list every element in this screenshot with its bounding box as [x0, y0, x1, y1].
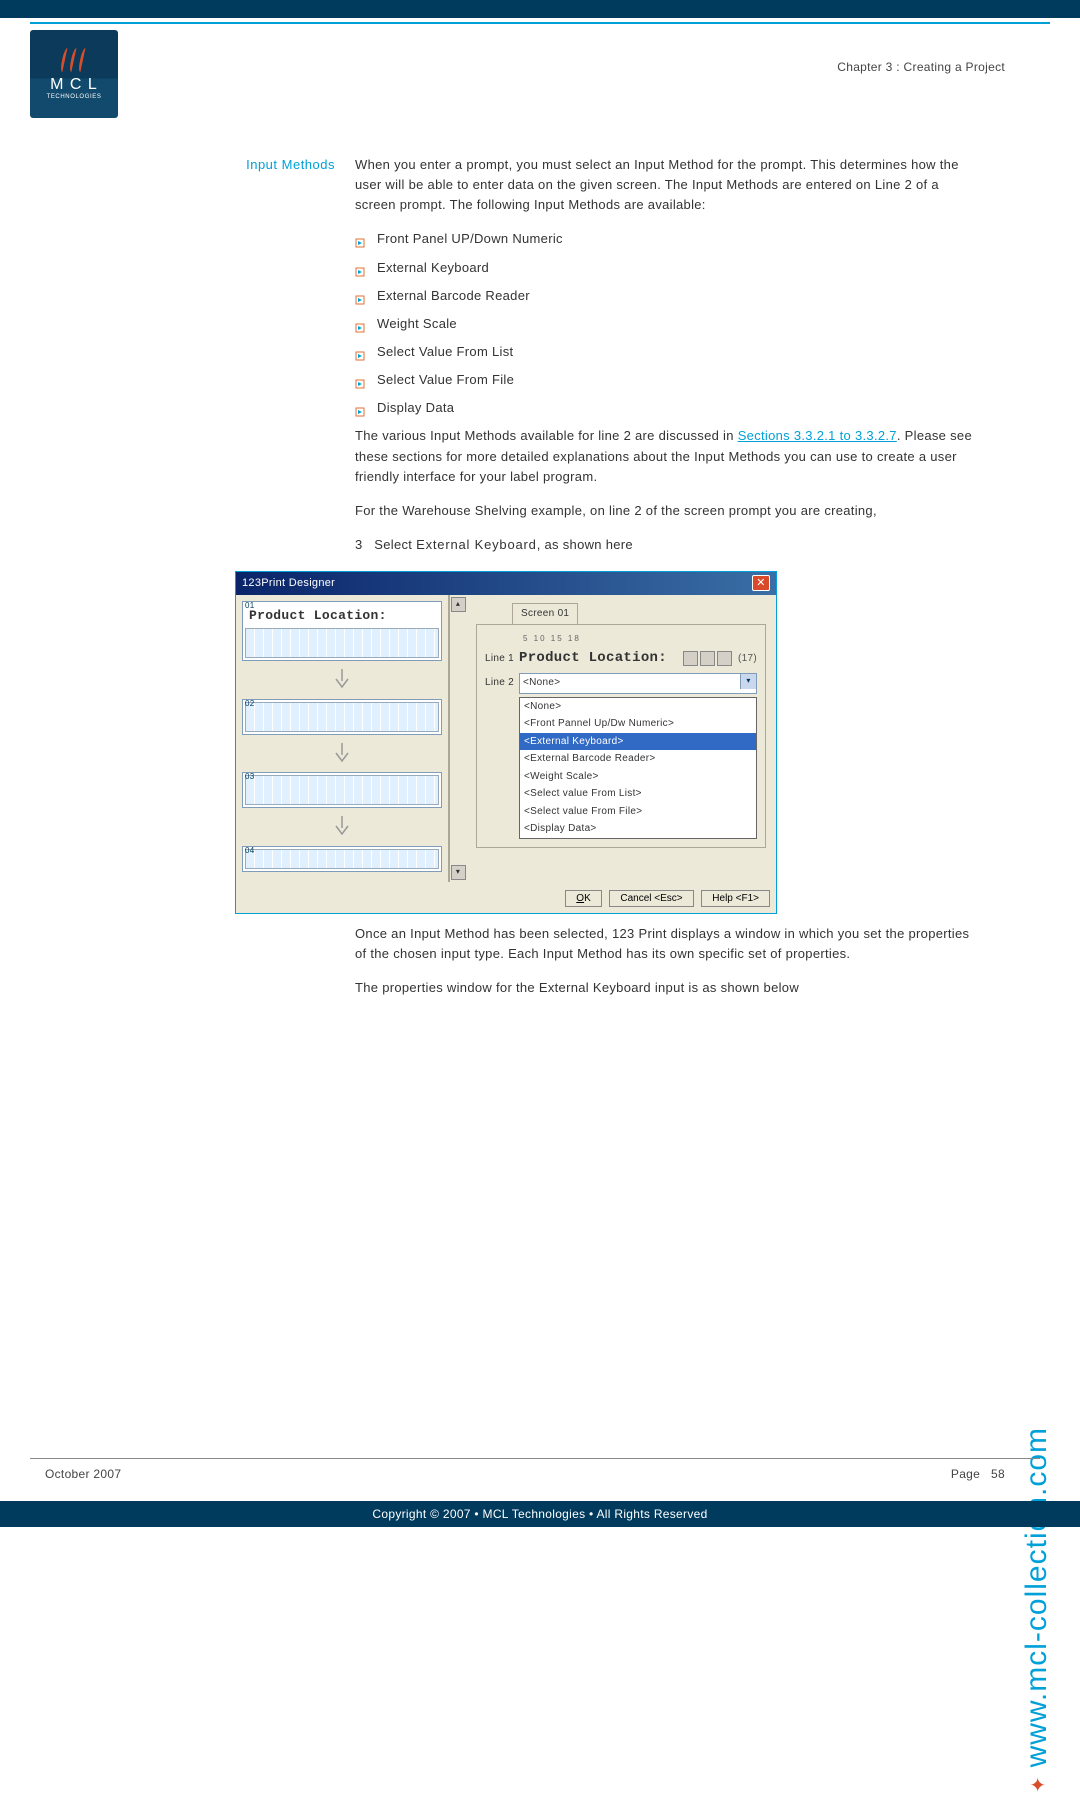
preview-slot-02: 02: [242, 699, 442, 735]
section-label: Input Methods: [195, 155, 355, 561]
ruler: 5 10 15 18: [523, 633, 757, 645]
logo-text-mcl: M C L: [47, 76, 102, 94]
scroll-down-icon[interactable]: ▾: [451, 865, 466, 880]
preview-slot-04: 04: [242, 846, 442, 872]
paragraph-warehouse: For the Warehouse Shelving example, on l…: [355, 501, 975, 521]
right-properties-panel: Screen 01 5 10 15 18 Line 1 Product Loca…: [466, 595, 776, 882]
dot-icon: ✦: [1028, 1775, 1050, 1793]
help-button[interactable]: Help <F1>: [701, 890, 770, 907]
bullet-icon: [355, 375, 365, 385]
list-item: Select Value From List: [355, 342, 975, 362]
footer-rule: [30, 1458, 1040, 1459]
dropdown-option[interactable]: <Select value From File>: [520, 803, 756, 821]
dropdown-option[interactable]: <None>: [520, 698, 756, 716]
logo: M C L TECHNOLOGIES: [30, 30, 118, 118]
line1-label: Line 1: [485, 651, 519, 667]
preview-slot-01: 01 Product Location:: [242, 601, 442, 661]
dialog-button-row: OK Cancel <Esc> Help <F1>: [236, 882, 776, 913]
list-item: Weight Scale: [355, 314, 975, 334]
input-method-dropdown[interactable]: <None><Front Pannel Up/Dw Numeric><Exter…: [519, 697, 757, 839]
dropdown-option[interactable]: <External Barcode Reader>: [520, 750, 756, 768]
paragraph-sections: The various Input Methods available for …: [355, 426, 975, 486]
copyright-bar: Copyright © 2007 • MCL Technologies • Al…: [0, 1501, 1080, 1527]
line2-label: Line 2: [485, 675, 519, 691]
down-arrow-icon: [242, 812, 442, 846]
sections-link[interactable]: Sections 3.3.2.1 to 3.3.2.7: [738, 428, 897, 443]
list-item: External Barcode Reader: [355, 286, 975, 306]
dropdown-option[interactable]: <Front Pannel Up/Dw Numeric>: [520, 715, 756, 733]
align-left-icon[interactable]: [683, 651, 698, 666]
down-arrow-icon: [242, 665, 442, 699]
list-item: Select Value From File: [355, 370, 975, 390]
dropdown-option[interactable]: <Select value From List>: [520, 785, 756, 803]
line1-text: Product Location:: [519, 648, 683, 670]
body-content: Input Methods When you enter a prompt, y…: [195, 155, 975, 1023]
window-title: 123Print Designer: [242, 575, 335, 592]
document-page: M C L TECHNOLOGIES Chapter 3 : Creating …: [0, 0, 1080, 1527]
scroll-up-icon[interactable]: ▴: [451, 597, 466, 612]
left-preview-panel: 01 Product Location: 02 03: [236, 595, 449, 882]
preview-slot-03: 03: [242, 772, 442, 808]
align-center-icon[interactable]: [700, 651, 715, 666]
ok-button[interactable]: OK: [565, 890, 601, 907]
char-count: (17): [738, 651, 757, 667]
step-line: 3 Select External Keyboard, as shown her…: [355, 535, 975, 555]
logo-text-tech: TECHNOLOGIES: [47, 94, 102, 100]
bullet-icon: [355, 263, 365, 273]
input-method-select[interactable]: <None> ▾: [519, 673, 757, 694]
list-item: Front Panel UP/Down Numeric: [355, 229, 975, 249]
input-methods-list: Front Panel UP/Down Numeric External Keyb…: [355, 229, 975, 418]
footer-page: Page 58: [951, 1467, 1005, 1481]
footer-date: October 2007: [45, 1467, 121, 1481]
chapter-heading: Chapter 3 : Creating a Project: [837, 60, 1005, 74]
paragraph-properties-intro: Once an Input Method has been selected, …: [355, 924, 975, 964]
cancel-button[interactable]: Cancel <Esc>: [609, 890, 693, 907]
dropdown-option[interactable]: <External Keyboard>: [520, 733, 756, 751]
designer-screenshot: 123Print Designer ✕ 01 Product Location:…: [235, 571, 777, 914]
bullet-icon: [355, 347, 365, 357]
chevron-down-icon[interactable]: ▾: [740, 674, 756, 689]
down-arrow-icon: [242, 739, 442, 773]
list-item: External Keyboard: [355, 258, 975, 278]
align-right-icon[interactable]: [717, 651, 732, 666]
scrollbar[interactable]: ▴ ▾: [449, 595, 466, 882]
bullet-icon: [355, 319, 365, 329]
top-bar: [0, 0, 1080, 18]
intro-paragraph: When you enter a prompt, you must select…: [355, 155, 975, 215]
dropdown-option[interactable]: <Weight Scale>: [520, 768, 756, 786]
vertical-url: ✦www.mcl-collection.com: [1020, 1427, 1054, 1793]
bullet-icon: [355, 291, 365, 301]
header-rule: [30, 22, 1050, 24]
paragraph-external-keyboard: The properties window for the External K…: [355, 978, 975, 998]
bullet-icon: [355, 403, 365, 413]
dropdown-option[interactable]: <Display Data>: [520, 820, 756, 838]
close-icon[interactable]: ✕: [752, 575, 770, 591]
screen-tab[interactable]: Screen 01: [512, 603, 578, 625]
list-item: Display Data: [355, 398, 975, 418]
window-titlebar: 123Print Designer ✕: [236, 572, 776, 595]
bullet-icon: [355, 234, 365, 244]
